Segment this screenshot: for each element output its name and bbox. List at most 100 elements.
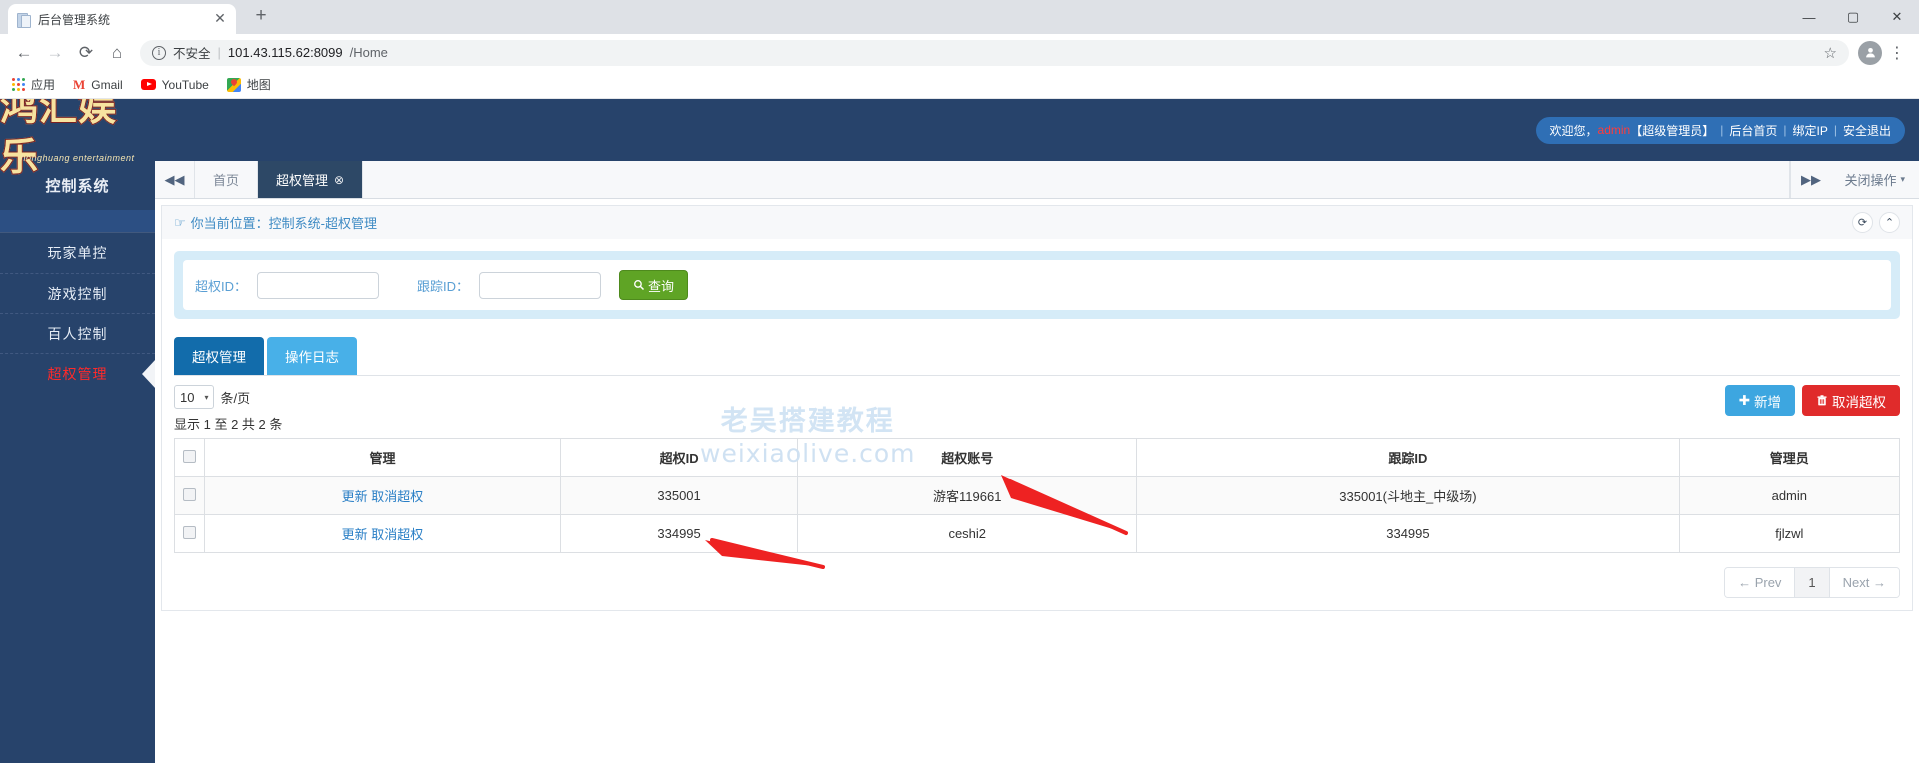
sidebar-item-label: 游戏控制 [48, 284, 108, 304]
address-bar[interactable]: i 不安全 | 101.43.115.62:8099/Home ☆ [140, 40, 1849, 66]
link-logout[interactable]: 安全退出 [1843, 122, 1891, 139]
checkbox-icon[interactable] [183, 526, 196, 539]
row-actions-cell[interactable]: 更新 取消超权 [205, 515, 561, 553]
window-controls: — ▢ ✕ [1787, 0, 1919, 34]
close-icon[interactable]: ⊗ [334, 173, 344, 187]
bookmark-label: Gmail [91, 78, 122, 92]
table-action-buttons: ✚ 新增 [1725, 385, 1900, 416]
tabbar-spacer [363, 161, 1790, 198]
url-path: /Home [350, 45, 388, 60]
bookmark-star-icon[interactable]: ☆ [1824, 44, 1837, 62]
row-checkbox-cell[interactable] [175, 477, 205, 515]
bookmark-label: YouTube [162, 78, 209, 92]
minimize-icon[interactable]: — [1787, 1, 1831, 33]
sidebar-menu: 玩家单控 游戏控制 百人控制 超权管理 [0, 232, 155, 393]
divider: | [1783, 123, 1786, 137]
sidebar-item-label: 玩家单控 [48, 243, 108, 263]
cancel-privilege-button[interactable]: 取消超权 [1802, 385, 1900, 416]
maps-icon [227, 78, 241, 92]
super-id-label: 超权ID： [195, 276, 247, 295]
link-bind-ip[interactable]: 绑定IP [1793, 122, 1828, 139]
prev-page-button[interactable]: ← Prev [1725, 568, 1795, 597]
search-button-label: 查询 [648, 276, 674, 295]
browser-tab-title: 后台管理系统 [38, 11, 205, 28]
link-backend-home[interactable]: 后台首页 [1729, 122, 1777, 139]
super-id-input[interactable] [257, 272, 379, 299]
search-button[interactable]: 查询 [619, 270, 688, 300]
pointing-hand-icon: ☞ [174, 215, 186, 231]
bookmarks-bar: 应用 M Gmail YouTube 地图 [0, 71, 1919, 99]
bookmark-maps[interactable]: 地图 [227, 76, 271, 93]
reload-icon[interactable]: ⟳ [72, 39, 100, 67]
close-icon[interactable]: ✕ [212, 11, 228, 27]
breadcrumb: ☞ 你当前位置：控制系统-超权管理 ⟳ ⌃ [161, 205, 1913, 239]
select-all-header[interactable] [175, 439, 205, 477]
subtab-label: 超权管理 [192, 350, 246, 365]
row-actions-cell[interactable]: 更新 取消超权 [205, 477, 561, 515]
sidebar: 鸿汇娱乐 honghuang entertainment 控制系统 玩家单控 游… [0, 99, 155, 763]
main-content: ☞ 你当前位置：控制系统-超权管理 ⟳ ⌃ 超权ID： 跟踪ID： [155, 199, 1919, 763]
sidebar-item-player-control[interactable]: 玩家单控 [0, 233, 155, 273]
info-icon[interactable]: i [152, 46, 166, 60]
sidebar-accent-bar [0, 210, 155, 232]
person-icon [1864, 46, 1877, 59]
window-close-icon[interactable]: ✕ [1875, 1, 1919, 33]
scroll-right-icon[interactable]: ▶▶ [1790, 161, 1830, 198]
bookmark-apps[interactable]: 应用 [12, 76, 55, 93]
apps-grid-icon [12, 78, 25, 91]
trash-icon [1816, 394, 1828, 407]
maximize-icon[interactable]: ▢ [1831, 1, 1875, 33]
cell-account: ceshi2 [798, 515, 1137, 553]
forward-icon[interactable]: → [41, 39, 69, 67]
table-toolbar: 10 ▾ 条/页 显示 1 至 2 共 2 条 ✚ 新增 [174, 385, 1900, 433]
browser-menu-icon[interactable]: ⋮ [1885, 43, 1909, 63]
tab-super-privilege[interactable]: 超权管理 ⊗ [258, 161, 363, 198]
user-role: 【超级管理员】 [1630, 122, 1714, 139]
collapse-icon[interactable]: ⌃ [1879, 212, 1900, 233]
cell-admin: fjlzwl [1679, 515, 1899, 553]
sidebar-item-game-control[interactable]: 游戏控制 [0, 273, 155, 313]
back-icon[interactable]: ← [10, 39, 38, 67]
welcome-bar: 欢迎您， admin 【超级管理员】 | 后台首页 | 绑定IP | 安全退出 [1536, 117, 1905, 144]
bookmark-gmail[interactable]: M Gmail [73, 77, 123, 93]
tab-home[interactable]: 首页 [195, 161, 258, 198]
cell-track-id: 335001(斗地主_中级场) [1137, 477, 1679, 515]
scroll-left-icon[interactable]: ◀◀ [155, 161, 195, 198]
search-icon [633, 279, 645, 291]
next-page-button[interactable]: Next → [1830, 568, 1899, 597]
page-viewport: 鸿汇娱乐 honghuang entertainment 控制系统 玩家单控 游… [0, 99, 1919, 763]
new-tab-button[interactable]: + [246, 2, 276, 32]
track-id-input[interactable] [479, 272, 601, 299]
chevron-down-icon: ▾ [204, 393, 208, 402]
logo-subtitle: honghuang entertainment [0, 153, 155, 163]
tab-label: 首页 [213, 170, 239, 189]
row-checkbox-cell[interactable] [175, 515, 205, 553]
refresh-icon[interactable]: ⟳ [1852, 212, 1873, 233]
content-area: 欢迎您， admin 【超级管理员】 | 后台首页 | 绑定IP | 安全退出 … [155, 99, 1919, 763]
content-panel: 超权ID： 跟踪ID： 查询 [161, 239, 1913, 611]
avatar[interactable] [1858, 41, 1882, 65]
browser-window: 后台管理系统 ✕ + — ▢ ✕ ← → ⟳ ⌂ i 不安全 | 101.43.… [0, 0, 1919, 763]
row-actions-link[interactable]: 更新 取消超权 [342, 527, 424, 542]
page-size-select[interactable]: 10 ▾ [174, 385, 214, 409]
row-actions-link[interactable]: 更新 取消超权 [342, 489, 424, 504]
cell-admin: admin [1679, 477, 1899, 515]
add-button[interactable]: ✚ 新增 [1725, 385, 1795, 416]
column-header-manage: 管理 [205, 439, 561, 477]
sidebar-item-hundred-control[interactable]: 百人控制 [0, 313, 155, 353]
checkbox-icon[interactable] [183, 450, 196, 463]
close-operations-menu[interactable]: 关闭操作 ▾ [1830, 161, 1919, 198]
track-id-label: 跟踪ID： [417, 276, 469, 295]
checkbox-icon[interactable] [183, 488, 196, 501]
subtab-label: 操作日志 [285, 350, 339, 365]
home-icon[interactable]: ⌂ [103, 39, 131, 67]
sidebar-item-super-privilege[interactable]: 超权管理 [0, 353, 155, 393]
subtab-super-privilege[interactable]: 超权管理 [174, 337, 264, 375]
browser-tab[interactable]: 后台管理系统 ✕ [8, 4, 236, 34]
subtab-operation-log[interactable]: 操作日志 [267, 337, 357, 375]
bookmark-youtube[interactable]: YouTube [141, 78, 209, 92]
page-size-control: 10 ▾ 条/页 [174, 385, 282, 409]
logo-text: 鸿汇娱乐 [0, 99, 155, 182]
breadcrumb-text: 你当前位置：控制系统-超权管理 [191, 213, 377, 232]
page-number-1[interactable]: 1 [1795, 568, 1829, 597]
